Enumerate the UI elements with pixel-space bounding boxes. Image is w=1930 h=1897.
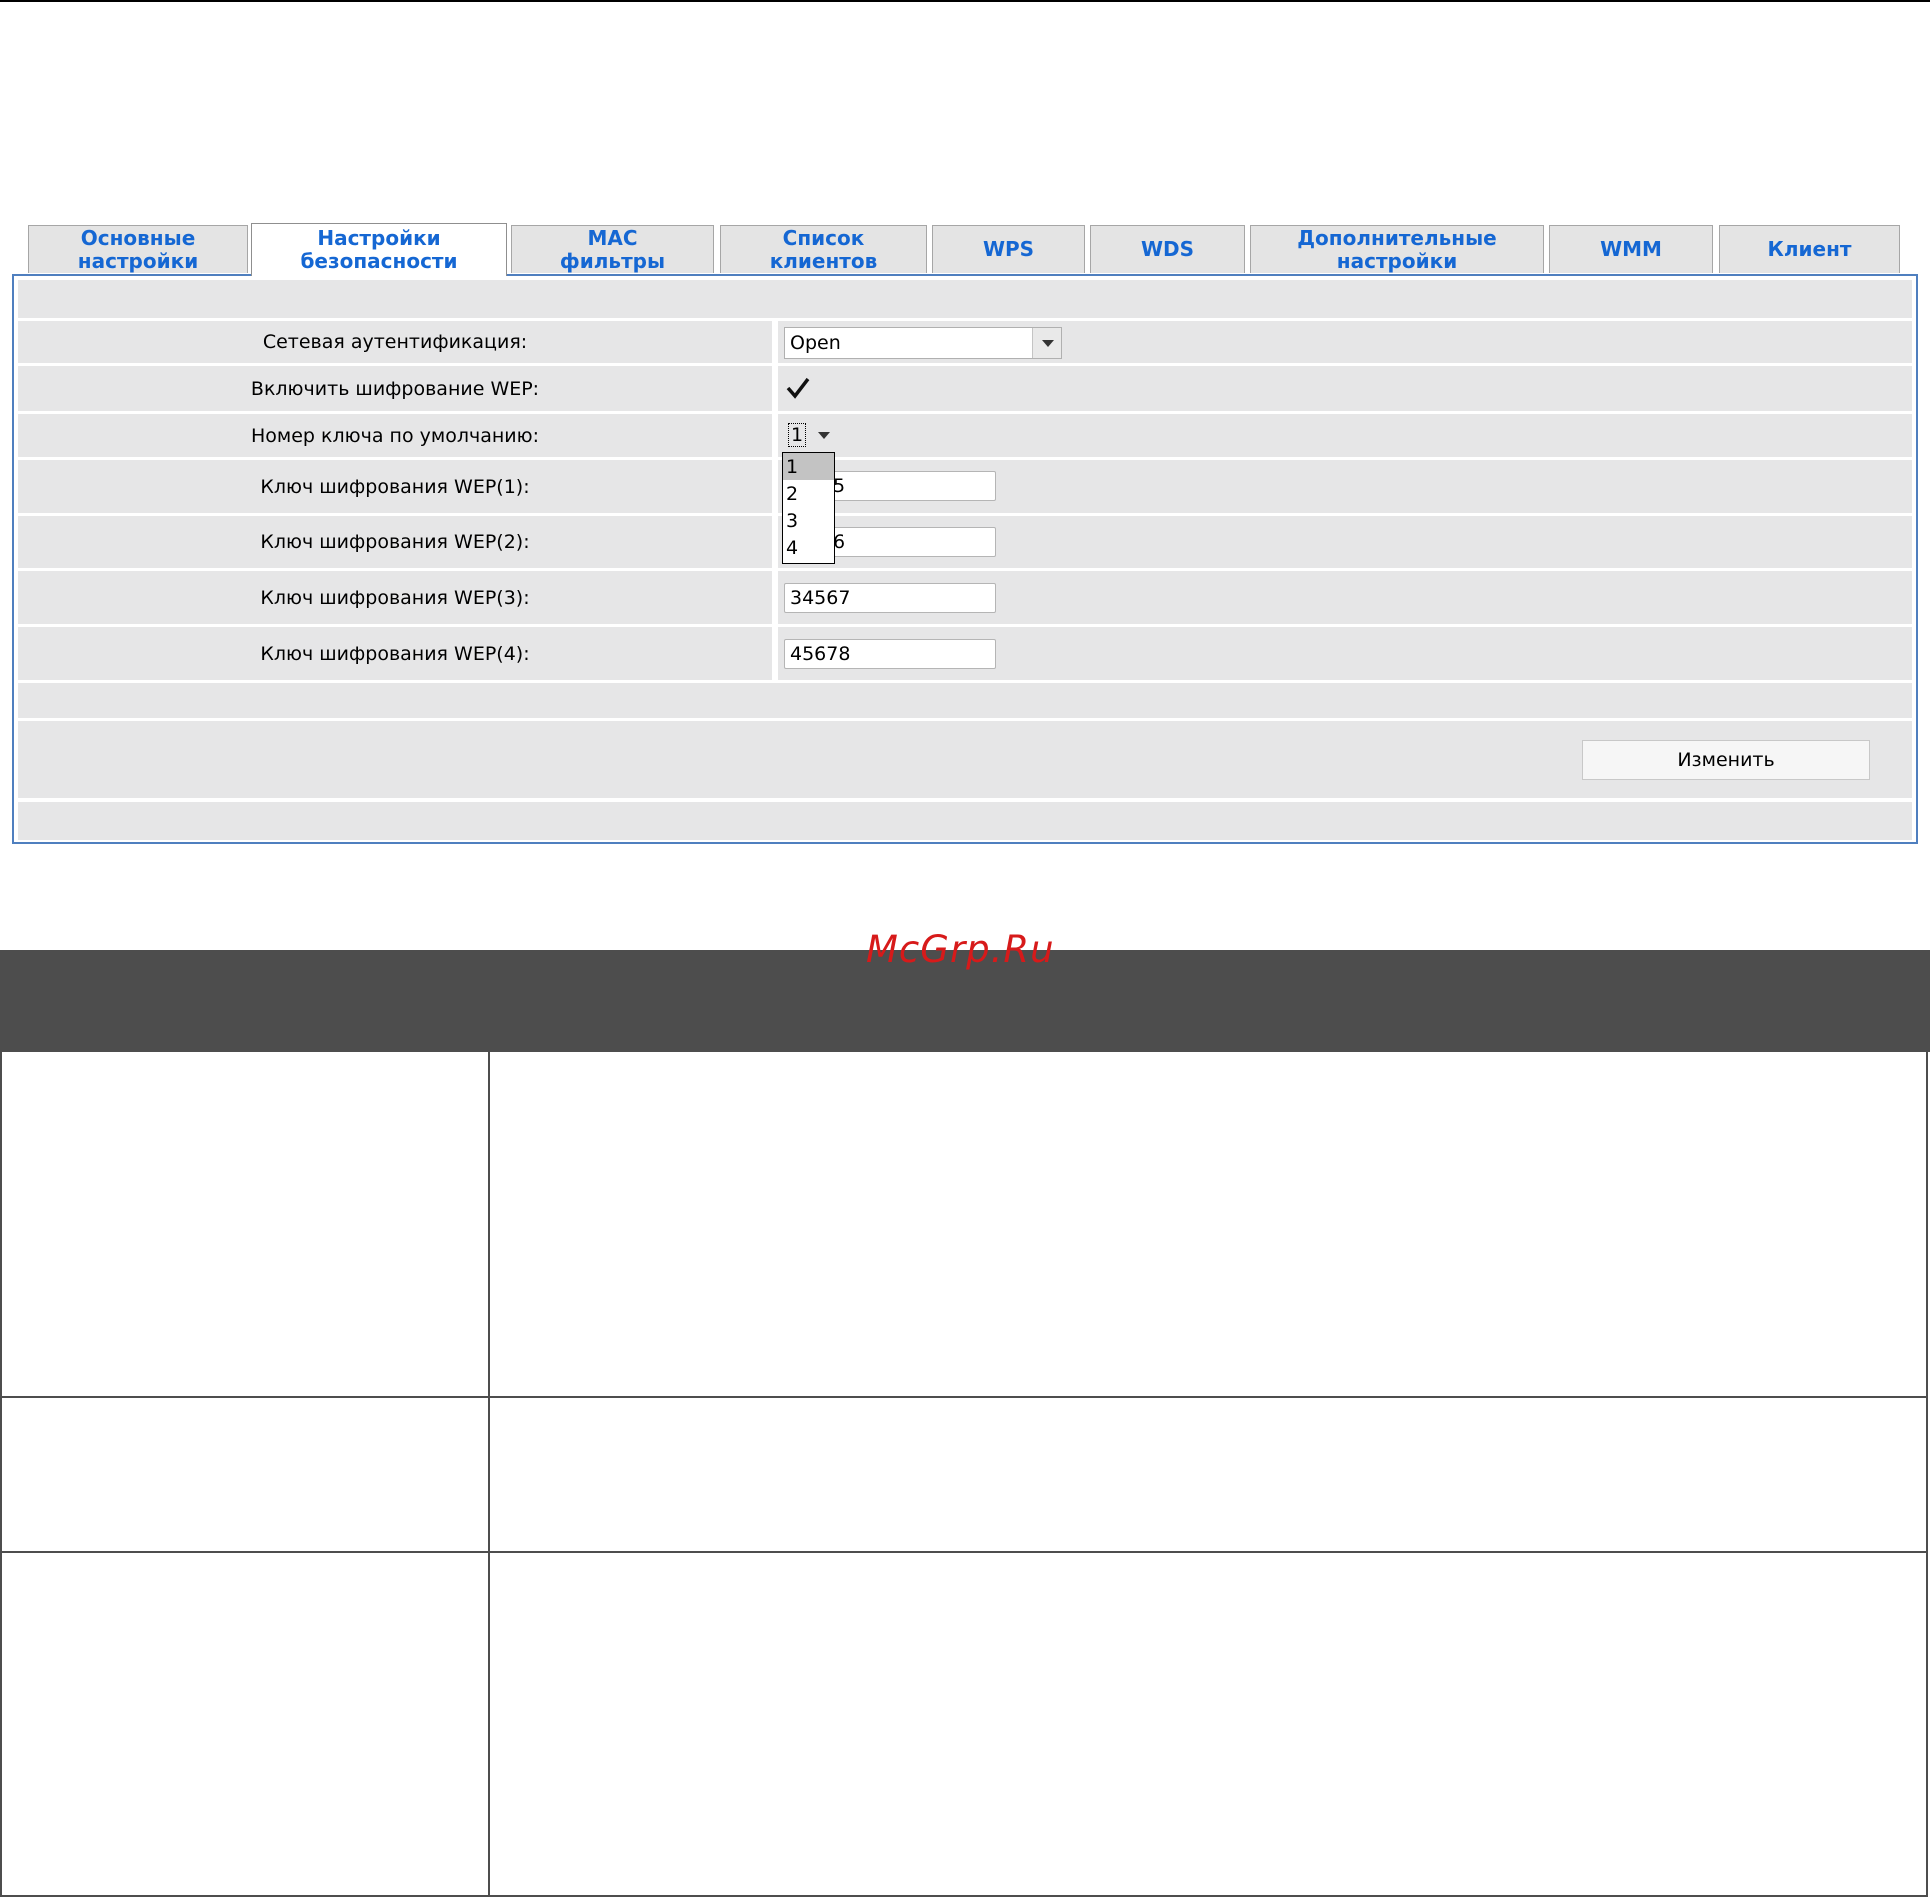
dropdown-option-3[interactable]: 3 (783, 507, 834, 534)
apply-button[interactable]: Изменить (1582, 740, 1870, 780)
dropdown-option-4[interactable]: 4 (783, 534, 834, 561)
tab-client-list[interactable]: Список клиентов (720, 225, 927, 273)
tab-security-settings[interactable]: Настройки безопасности (251, 223, 507, 276)
auth-value-cell: Open (778, 321, 1912, 363)
table-cell-r3c2 (490, 1553, 1928, 1897)
wep-key2-label: Ключ шифрования WEP(2): (260, 531, 530, 553)
top-rule (0, 0, 1930, 2)
spacer-row-top (18, 280, 1912, 318)
default-key-label: Номер ключа по умолчанию: (250, 424, 540, 447)
wep-enable-checkbox[interactable] (786, 376, 810, 400)
spacer-row-middle (18, 683, 1912, 718)
auth-select[interactable]: Open (784, 327, 1062, 359)
tab-client[interactable]: Клиент (1719, 225, 1900, 273)
default-key-cell: 1 (778, 414, 1912, 457)
wep-key4-input[interactable]: 45678 (784, 639, 996, 669)
tab-wmm[interactable]: WMM (1549, 225, 1713, 273)
wep-key2-cell: 6 (778, 516, 1912, 568)
tab-bar: Основные настройки Настройки безопасност… (28, 223, 1904, 276)
default-key-value: 1 (788, 423, 806, 447)
tab-advanced-settings[interactable]: Дополнительные настройки (1250, 225, 1544, 273)
wep-key4-row: Ключ шифрования WEP(4): 45678 (18, 627, 1912, 680)
table-cell-r1c1 (0, 1052, 490, 1398)
auth-select-value: Open (790, 332, 841, 354)
chevron-down-icon[interactable] (818, 432, 830, 439)
wep-enable-cell (778, 366, 1912, 411)
tab-wds[interactable]: WDS (1090, 225, 1245, 273)
wep-key4-cell: 45678 (778, 627, 1912, 680)
tab-wps[interactable]: WPS (932, 225, 1085, 273)
default-key-select[interactable]: 1 (786, 419, 836, 451)
tab-mac-filters[interactable]: MAC фильтры (511, 225, 714, 273)
watermark: McGrp.Ru (866, 928, 1055, 971)
dropdown-option-2[interactable]: 2 (783, 480, 834, 507)
dropdown-option-1[interactable]: 1 (783, 453, 834, 480)
wep-key1-row: Ключ шифрования WEP(1): 5 (18, 460, 1912, 513)
wep-enable-row: Включить шифрование WEP: (18, 366, 1912, 411)
wep-key3-input[interactable]: 34567 (784, 583, 996, 613)
table-cell-r2c1 (0, 1398, 490, 1553)
wep-key3-row: Ключ шифрования WEP(3): 34567 (18, 571, 1912, 624)
wep-key1-cell: 5 (778, 460, 1912, 513)
description-table (0, 1052, 1930, 1897)
auth-row: Сетевая аутентификация: Open (18, 321, 1912, 363)
table-cell-r2c2 (490, 1398, 1928, 1553)
tab-basic-settings[interactable]: Основные настройки (28, 225, 248, 273)
table-cell-r3c1 (0, 1553, 490, 1897)
auth-label: Сетевая аутентификация: (262, 331, 528, 353)
default-key-row: Номер ключа по умолчанию: 1 (18, 414, 1912, 457)
spacer-row-bottom (18, 802, 1912, 840)
chevron-down-icon[interactable] (1032, 328, 1061, 358)
table-cell-r1c2 (490, 1052, 1928, 1398)
wep-key4-label: Ключ шифрования WEP(4): (260, 642, 530, 665)
wep-key3-label: Ключ шифрования WEP(3): (260, 586, 530, 609)
wep-key3-cell: 34567 (778, 571, 1912, 624)
default-key-dropdown-list: 1 2 3 4 (782, 452, 835, 564)
wep-key1-label: Ключ шифрования WEP(1): (260, 475, 530, 498)
wep-key2-row: Ключ шифрования WEP(2): 6 (18, 516, 1912, 568)
wep-enable-label: Включить шифрование WEP: (250, 377, 540, 400)
